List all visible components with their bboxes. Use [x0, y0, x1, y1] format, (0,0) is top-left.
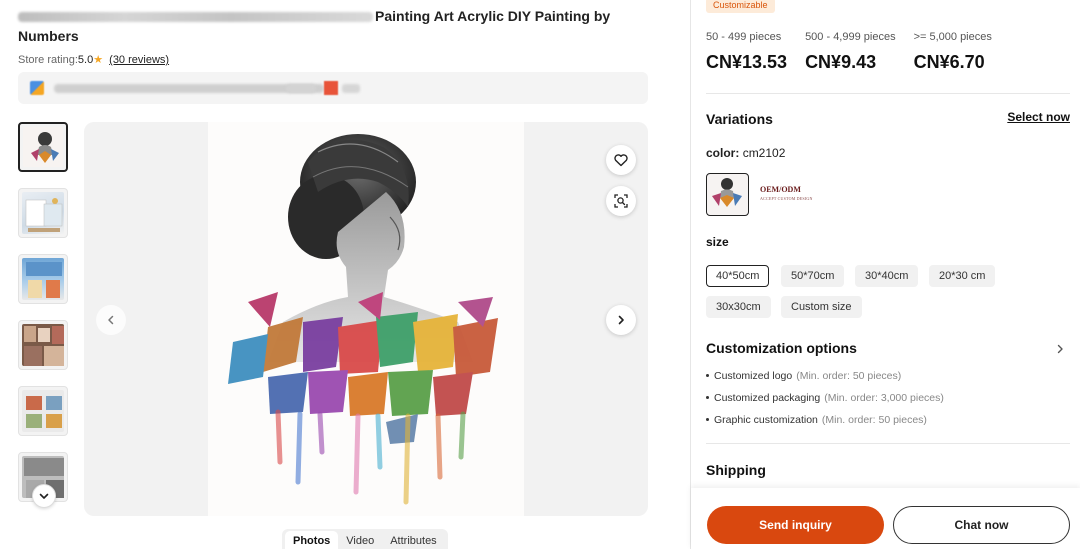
- customizable-badge: Customizable: [706, 0, 775, 13]
- blurred-supplier-name: [54, 84, 324, 93]
- customization-label: Customized logo: [714, 370, 793, 382]
- store-rating: Store rating:5.0★ (30 reviews): [18, 53, 169, 66]
- list-item: Graphic customization (Min. order: 50 pie…: [706, 413, 944, 435]
- tier-price: CN¥13.53: [706, 52, 788, 72]
- chevron-down-icon: [39, 493, 49, 499]
- favorite-button[interactable]: [606, 145, 636, 175]
- blurred-country: [342, 84, 360, 93]
- star-icon: ★: [93, 54, 104, 66]
- store-rating-value: 5.0: [77, 54, 94, 66]
- product-details-panel: Customizable 50 - 499 pieces CN¥13.53 50…: [691, 0, 1080, 549]
- price-tier: 50 - 499 pieces CN¥13.53: [706, 31, 787, 73]
- customization-min-order: (Min. order: 50 pieces): [821, 414, 927, 426]
- thumbnail-3[interactable]: [18, 254, 68, 304]
- supplier-logo: [30, 81, 44, 95]
- size-label: size: [706, 235, 729, 249]
- shipping-title: Shipping: [706, 462, 766, 478]
- chevron-left-icon: [108, 315, 114, 325]
- heart-icon: [614, 154, 628, 167]
- country-flag-icon: [324, 81, 338, 95]
- customization-min-order: (Min. order: 50 pieces): [796, 370, 902, 382]
- media-tabs: Photos Video Attributes: [282, 529, 448, 549]
- size-option[interactable]: 40*50cm: [706, 265, 770, 287]
- customization-title[interactable]: Customization options: [706, 340, 857, 356]
- next-image-button[interactable]: [606, 305, 636, 335]
- tab-video[interactable]: Video: [338, 531, 382, 549]
- customization-min-order: (Min. order: 3,000 pieces): [824, 392, 944, 404]
- supplier-bar[interactable]: [18, 72, 648, 104]
- tier-price: CN¥9.43: [805, 52, 877, 72]
- thumbnail-image: [22, 192, 64, 234]
- image-search-icon: [614, 194, 628, 208]
- oem-subtext: ACCEPT CUSTOM DESIGN: [760, 196, 813, 201]
- thumbnail-5[interactable]: [18, 386, 68, 436]
- thumbnail-2[interactable]: [18, 188, 68, 238]
- action-footer: Send inquiry Chat now: [691, 488, 1080, 549]
- thumbnail-list: [18, 122, 70, 514]
- size-option[interactable]: 30*40cm: [855, 265, 919, 287]
- size-option[interactable]: 20*30 cm: [929, 265, 996, 287]
- thumbnails-scroll-down-button[interactable]: [32, 484, 56, 508]
- oem-odm-label: OEM/ODM ACCEPT CUSTOM DESIGN: [760, 185, 813, 203]
- chevron-right-icon: [618, 315, 624, 325]
- color-label: color: cm2102: [706, 146, 785, 160]
- price-tiers: 50 - 499 pieces CN¥13.53 500 - 4,999 pie…: [706, 31, 1010, 73]
- price-tier: >= 5,000 pieces CN¥6.70: [914, 31, 992, 73]
- tab-attributes[interactable]: Attributes: [382, 531, 444, 549]
- previous-image-button[interactable]: [96, 305, 126, 335]
- chevron-right-icon: [1057, 344, 1063, 354]
- thumbnail-1[interactable]: [18, 122, 68, 172]
- color-swatch-cm2102[interactable]: [706, 173, 749, 216]
- thumbnail-image: [22, 324, 64, 366]
- main-product-image: [208, 122, 524, 516]
- select-now-link[interactable]: Select now: [1007, 110, 1070, 124]
- store-rating-label: Store rating:: [18, 54, 78, 66]
- price-tier: 500 - 4,999 pieces CN¥9.43: [805, 31, 896, 73]
- size-option[interactable]: 50*70cm: [781, 265, 845, 287]
- send-inquiry-button[interactable]: Send inquiry: [707, 506, 884, 544]
- tier-price: CN¥6.70: [913, 52, 985, 72]
- size-option[interactable]: 30x30cm: [706, 296, 771, 318]
- oem-text: OEM/ODM: [760, 185, 801, 194]
- blurred-supplier-info: [286, 84, 316, 93]
- color-value: cm2102: [742, 146, 786, 160]
- thumbnail-image: [22, 258, 64, 300]
- customization-label: Customized packaging: [714, 392, 821, 404]
- main-image-viewer[interactable]: [84, 122, 648, 516]
- product-title: Painting Art Acrylic DIY Painting by Num…: [18, 6, 658, 46]
- product-media-column: Painting Art Acrylic DIY Painting by Num…: [0, 0, 690, 549]
- section-divider: [706, 93, 1070, 94]
- thumbnail-image: [23, 127, 63, 167]
- thumbnail-4[interactable]: [18, 320, 68, 370]
- chat-now-button[interactable]: Chat now: [893, 506, 1070, 544]
- color-label-key: color:: [706, 146, 740, 160]
- blurred-title-prefix: [18, 12, 373, 23]
- tab-photos[interactable]: Photos: [285, 531, 339, 549]
- size-option[interactable]: Custom size: [781, 296, 862, 318]
- image-search-button[interactable]: [606, 186, 636, 216]
- customization-expand-button[interactable]: [1054, 342, 1066, 360]
- tier-quantity: >= 5,000 pieces: [913, 31, 992, 43]
- tier-quantity: 50 - 499 pieces: [706, 31, 782, 43]
- reviews-link[interactable]: (30 reviews): [109, 54, 169, 66]
- customization-label: Graphic customization: [714, 414, 818, 426]
- thumbnail-image: [22, 390, 64, 432]
- section-divider: [706, 443, 1070, 444]
- customization-list: Customized logo (Min. order: 50 pieces) C…: [706, 369, 944, 435]
- list-item: Customized packaging (Min. order: 3,000 p…: [706, 391, 944, 413]
- tier-quantity: 500 - 4,999 pieces: [805, 31, 896, 43]
- list-item: Customized logo (Min. order: 50 pieces): [706, 369, 944, 391]
- variations-title: Variations: [706, 111, 773, 127]
